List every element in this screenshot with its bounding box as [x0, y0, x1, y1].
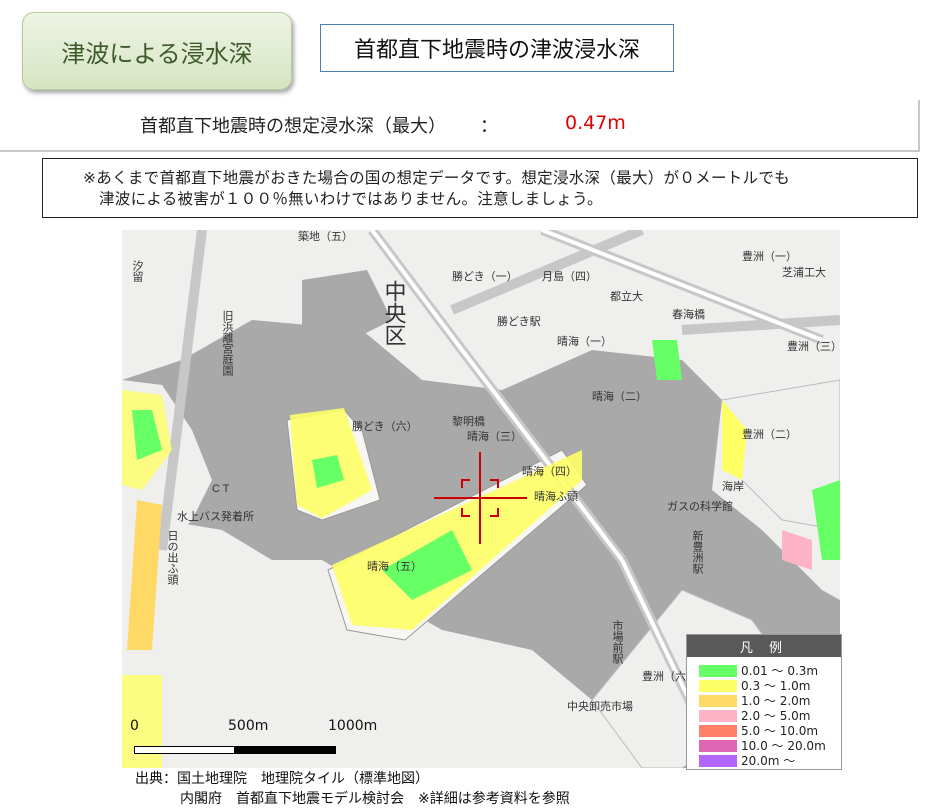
legend-item: 0.3 ～ 1.0m: [699, 678, 841, 693]
label-hinode: 日の出ふ頭: [166, 530, 179, 586]
label-suijo-bus: 水上バス発着所: [177, 509, 254, 523]
scale-zero: 0: [130, 718, 139, 734]
label-kachidoki6: 勝どき（六）: [352, 419, 418, 433]
label-harumi4: 晴海（四）: [522, 464, 577, 478]
label-toritsu: 都立大: [610, 289, 643, 303]
label-shiodome: 汐留: [131, 259, 144, 283]
label-tsukishima: 月島（四）: [542, 269, 597, 283]
max-depth-label: 首都直下地震時の想定浸水深（最大）: [140, 116, 446, 137]
legend-swatch: [699, 754, 737, 767]
label-toyosu3: 豊洲（三）: [787, 340, 840, 353]
label-kaigan: 海岸: [722, 479, 744, 493]
label-harumi-futo: 晴海ふ頭: [534, 489, 578, 503]
legend-swatch: [699, 694, 737, 707]
label-tsukiji: 築地（五）: [298, 230, 353, 243]
legend-item: 10.0 ～ 20.0m: [699, 738, 841, 753]
legend-item: 0.01 ～ 0.3m: [699, 663, 841, 678]
scale-mid: 500m: [228, 718, 269, 734]
label-gas: ガスの科学館: [667, 499, 733, 513]
scale-max: 1000m: [328, 718, 378, 734]
notice-box: ※あくまで首都直下地震がおきた場合の国の想定データです。想定浸水深（最大）が０メ…: [42, 158, 918, 218]
label-harumi5: 晴海（五）: [367, 559, 422, 573]
max-depth-row: 首都直下地震時の想定浸水深（最大） ： 0.47m: [0, 100, 920, 152]
legend-item: 1.0 ～ 2.0m: [699, 693, 841, 708]
label-kachidoki1: 勝どき（一）: [452, 269, 518, 283]
legend-swatch: [699, 664, 737, 677]
tsunami-flood-depth-tab[interactable]: 津波による浸水深: [22, 12, 292, 90]
label-harumi1: 晴海（一）: [557, 334, 612, 348]
legend-swatch: [699, 724, 737, 737]
label-shin-toyosu: 新豊洲駅: [691, 529, 704, 575]
scale-bar-graphic: [134, 746, 336, 760]
label-harumi-hashi: 春海橋: [672, 307, 705, 321]
max-depth-colon: ：: [480, 116, 498, 137]
legend-label: 20.0m ～: [741, 754, 796, 768]
legend-item: 2.0 ～ 5.0m: [699, 708, 841, 723]
notice-line-1: ※あくまで首都直下地震がおきた場合の国の想定データです。想定浸水深（最大）が０メ…: [83, 169, 790, 187]
label-toyosu2: 豊洲（二）: [742, 428, 797, 441]
scale-bar: 0 500m 1000m: [128, 718, 377, 764]
page-title: 首都直下地震時の津波浸水深: [320, 24, 674, 72]
legend-item: 5.0 ～ 10.0m: [699, 723, 841, 738]
label-shibaura: 芝浦工大: [782, 265, 826, 279]
source-credit: 出典：国土地理院 地理院タイル（標準地図） 内閣府 首都直下地震モデル検討会 ※…: [135, 769, 570, 809]
legend-swatch: [699, 709, 737, 722]
map-legend: 凡 例 0.01 ～ 0.3m 0.3 ～ 1.0m 1.0 ～ 2.0m 2.0 ～…: [686, 634, 842, 770]
label-harumi3: 晴海（三）: [467, 429, 522, 443]
label-kachidoki-st: 勝どき駅: [497, 314, 541, 328]
label-ichiba: 中央卸売市場: [567, 699, 633, 713]
legend-title: 凡 例: [687, 635, 841, 657]
legend-items: 0.01 ～ 0.3m 0.3 ～ 1.0m 1.0 ～ 2.0m 2.0 ～ 5.0…: [687, 663, 841, 768]
label-tokyo-ct: C T: [212, 483, 230, 495]
label-shijomae: 市場前駅: [611, 619, 624, 665]
notice-line-2: 津波による被害が１００％無いわけではありません。注意しましょう。: [99, 190, 603, 208]
label-toyosu1: 豊洲（一）: [742, 250, 797, 263]
source-line-2: 内閣府 首都直下地震モデル検討会 ※詳細は参考資料を参照: [180, 791, 570, 807]
label-chuo-ku: 中央区: [382, 280, 407, 346]
legend-item: 20.0m ～: [699, 753, 841, 768]
label-hamarikyu: 旧浜離宮庭園: [221, 310, 234, 377]
label-harumi2: 晴海（二）: [592, 389, 647, 403]
legend-swatch: [699, 679, 737, 692]
max-depth-value: 0.47m: [565, 112, 626, 134]
tab-label: 津波による浸水深: [61, 39, 253, 68]
page-title-text: 首都直下地震時の津波浸水深: [353, 38, 640, 63]
label-reimei: 黎明橋: [452, 414, 485, 428]
source-line-1: 出典：国土地理院 地理院タイル（標準地図）: [135, 771, 429, 787]
legend-swatch: [699, 739, 737, 752]
